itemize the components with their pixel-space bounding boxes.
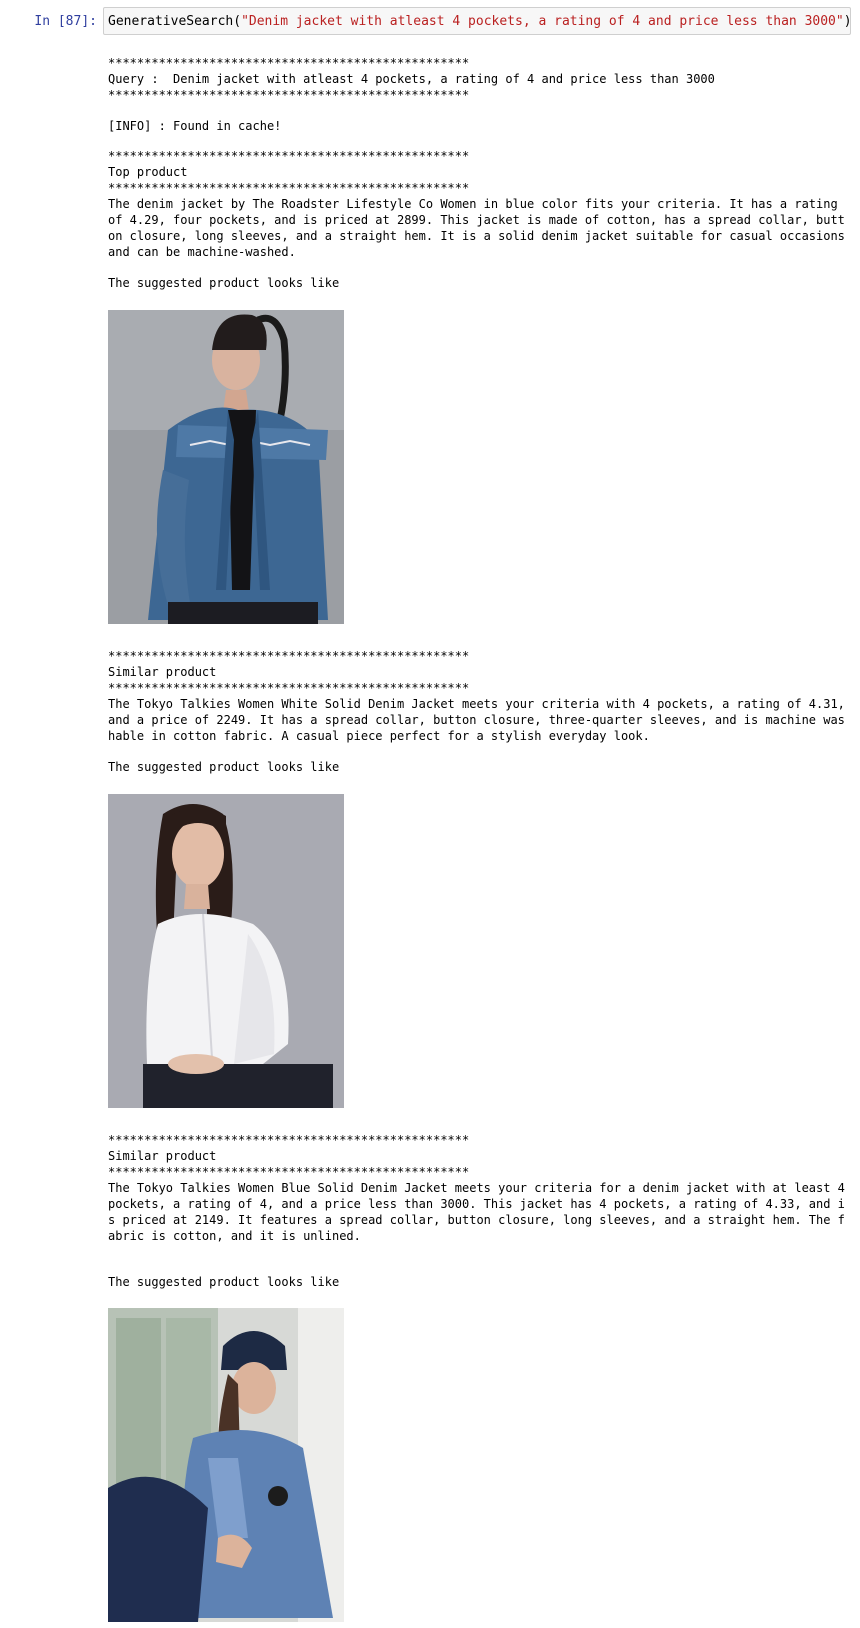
product-image [108,794,344,1108]
product-description: The Tokyo Talkies Women Blue Solid Denim… [108,1181,853,1243]
input-prompt: In [87]: [34,14,97,29]
divider: ****************************************… [108,1133,470,1147]
divider: ****************************************… [108,56,470,70]
code-text[interactable]: GenerativeSearch("Denim jacket with atle… [108,13,852,31]
code-input-cell[interactable]: GenerativeSearch("Denim jacket with atle… [103,7,852,35]
suggested-label: The suggested product looks like [108,760,340,774]
product-heading: Top product [108,165,188,179]
suggested-label: The suggested product looks like [108,1275,340,1289]
divider: ****************************************… [108,88,470,102]
info-line: [INFO] : Found in cache! [108,119,282,133]
product-description: The denim jacket by The Roadster Lifesty… [108,197,853,259]
divider: ****************************************… [108,1165,470,1179]
divider: ****************************************… [108,681,470,695]
divider: ****************************************… [108,181,470,195]
query-line: Query : Denim jacket with atleast 4 pock… [108,72,715,86]
function-call: GenerativeSearch( [108,14,242,29]
close-paren: ) [843,14,852,29]
divider: ****************************************… [108,149,470,163]
string-literal: "Denim jacket with atleast 4 pockets, a … [241,14,844,29]
product-description: The Tokyo Talkies Women White Solid Deni… [108,697,853,743]
product-heading: Similar product [108,665,217,679]
product-heading: Similar product [108,1149,217,1163]
product-image [108,1308,344,1622]
product-image [108,310,344,624]
divider: ****************************************… [108,649,470,663]
suggested-label: The suggested product looks like [108,276,340,290]
